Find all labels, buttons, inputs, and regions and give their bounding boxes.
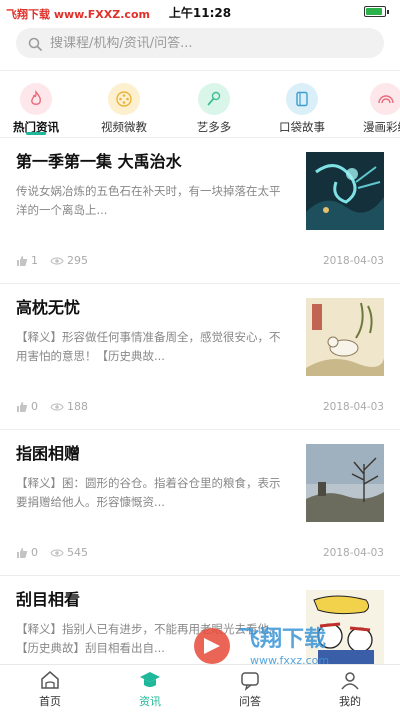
tab-qa[interactable]: 问答 [200, 665, 300, 712]
category-label: 漫画彩绘 [363, 120, 400, 134]
video-icon [108, 83, 140, 115]
thumbs-up-icon [17, 547, 28, 558]
tab-label: 首页 [39, 695, 61, 708]
tab-label: 问答 [239, 695, 261, 708]
search-area [0, 26, 400, 70]
category-hot-news[interactable]: 热门资讯 [2, 77, 70, 135]
microphone-icon [198, 83, 230, 115]
article-card[interactable]: 高枕无忧 【释义】形容做任何事情准备周全，感觉很安心，不用害怕的意思！【历史典故… [0, 284, 400, 430]
category-bar: 热门资讯 视频微教 艺多多 口袋故事 漫画彩绘 [0, 70, 400, 138]
like-count-value: 0 [31, 400, 38, 413]
view-count: 188 [50, 400, 88, 413]
view-count: 295 [50, 254, 88, 267]
book-icon [286, 83, 318, 115]
category-label: 视频微教 [101, 120, 147, 134]
article-summary: 【释义】囷：圆形的谷仓。指着谷仓里的粮食，表示要捐赠给他人。形容慷慨资... [16, 476, 281, 509]
like-count[interactable]: 0 [16, 546, 38, 559]
category-label: 口袋故事 [279, 120, 325, 134]
category-label: 艺多多 [196, 120, 232, 134]
graduation-cap-icon [100, 669, 200, 691]
fire-icon [20, 83, 52, 115]
rainbow-icon [370, 83, 400, 115]
tab-mine[interactable]: 我的 [300, 665, 400, 712]
article-meta: 1 295 [16, 254, 100, 267]
article-thumbnail[interactable] [306, 298, 384, 376]
article-date: 2018-04-03 [322, 547, 384, 559]
thumbs-up-icon [17, 401, 28, 412]
tab-label: 资讯 [139, 695, 161, 708]
article-thumbnail[interactable] [306, 444, 384, 522]
tab-news[interactable]: 资讯 [100, 665, 200, 712]
category-comics[interactable]: 漫画彩绘 [352, 77, 400, 135]
article-card[interactable]: 指囷相赠 【释义】囷：圆形的谷仓。指着谷仓里的粮食，表示要捐赠给他人。形容慷慨资… [0, 430, 400, 576]
category-stories[interactable]: 口袋故事 [268, 77, 336, 135]
bottom-tab-bar: 首页 资讯 问答 我的 [0, 664, 400, 712]
article-date: 2018-04-03 [322, 401, 384, 413]
thumbs-up-icon [17, 255, 28, 266]
tab-home[interactable]: 首页 [0, 665, 100, 712]
search-bar[interactable] [16, 28, 384, 58]
view-count-value: 545 [67, 546, 88, 559]
like-count-value: 1 [31, 254, 38, 267]
battery-icon [364, 6, 389, 17]
category-video[interactable]: 视频微教 [90, 77, 158, 135]
question-icon [200, 669, 300, 691]
like-count-value: 0 [31, 546, 38, 559]
eye-icon [50, 256, 64, 265]
user-icon [300, 669, 400, 691]
article-thumbnail[interactable] [306, 152, 384, 230]
article-date: 2018-04-03 [322, 255, 384, 267]
view-count-value: 188 [67, 400, 88, 413]
article-card[interactable]: 第一季第一集 大禹治水 传说女娲冶炼的五色石在补天时，有一块掉落在太平洋的一个离… [0, 138, 400, 284]
article-meta: 0 188 [16, 400, 100, 413]
search-input[interactable] [50, 35, 350, 51]
eye-icon [50, 402, 64, 411]
article-summary: 传说女娲冶炼的五色石在补天时，有一块掉落在太平洋的一个离岛上... [16, 184, 281, 217]
active-category-indicator [26, 132, 46, 135]
article-summary: 【释义】形容做任何事情准备周全，感觉很安心，不用害怕的意思！【历史典故... [16, 330, 281, 363]
svg-text:飞翔下载: 飞翔下载 [238, 626, 326, 652]
home-icon [0, 669, 100, 691]
category-arts[interactable]: 艺多多 [180, 77, 248, 135]
like-count[interactable]: 0 [16, 400, 38, 413]
view-count-value: 295 [67, 254, 88, 267]
view-count: 545 [50, 546, 88, 559]
search-icon [28, 36, 42, 51]
status-bar: 飞翔下载 www.FXXZ.com 上午11:28 [0, 0, 400, 26]
status-time: 上午11:28 [168, 6, 232, 20]
article-meta: 0 545 [16, 546, 100, 559]
like-count[interactable]: 1 [16, 254, 38, 267]
article-feed[interactable]: 第一季第一集 大禹治水 传说女娲冶炼的五色石在补天时，有一块掉落在太平洋的一个离… [0, 138, 400, 668]
tab-label: 我的 [339, 695, 361, 708]
eye-icon [50, 548, 64, 557]
